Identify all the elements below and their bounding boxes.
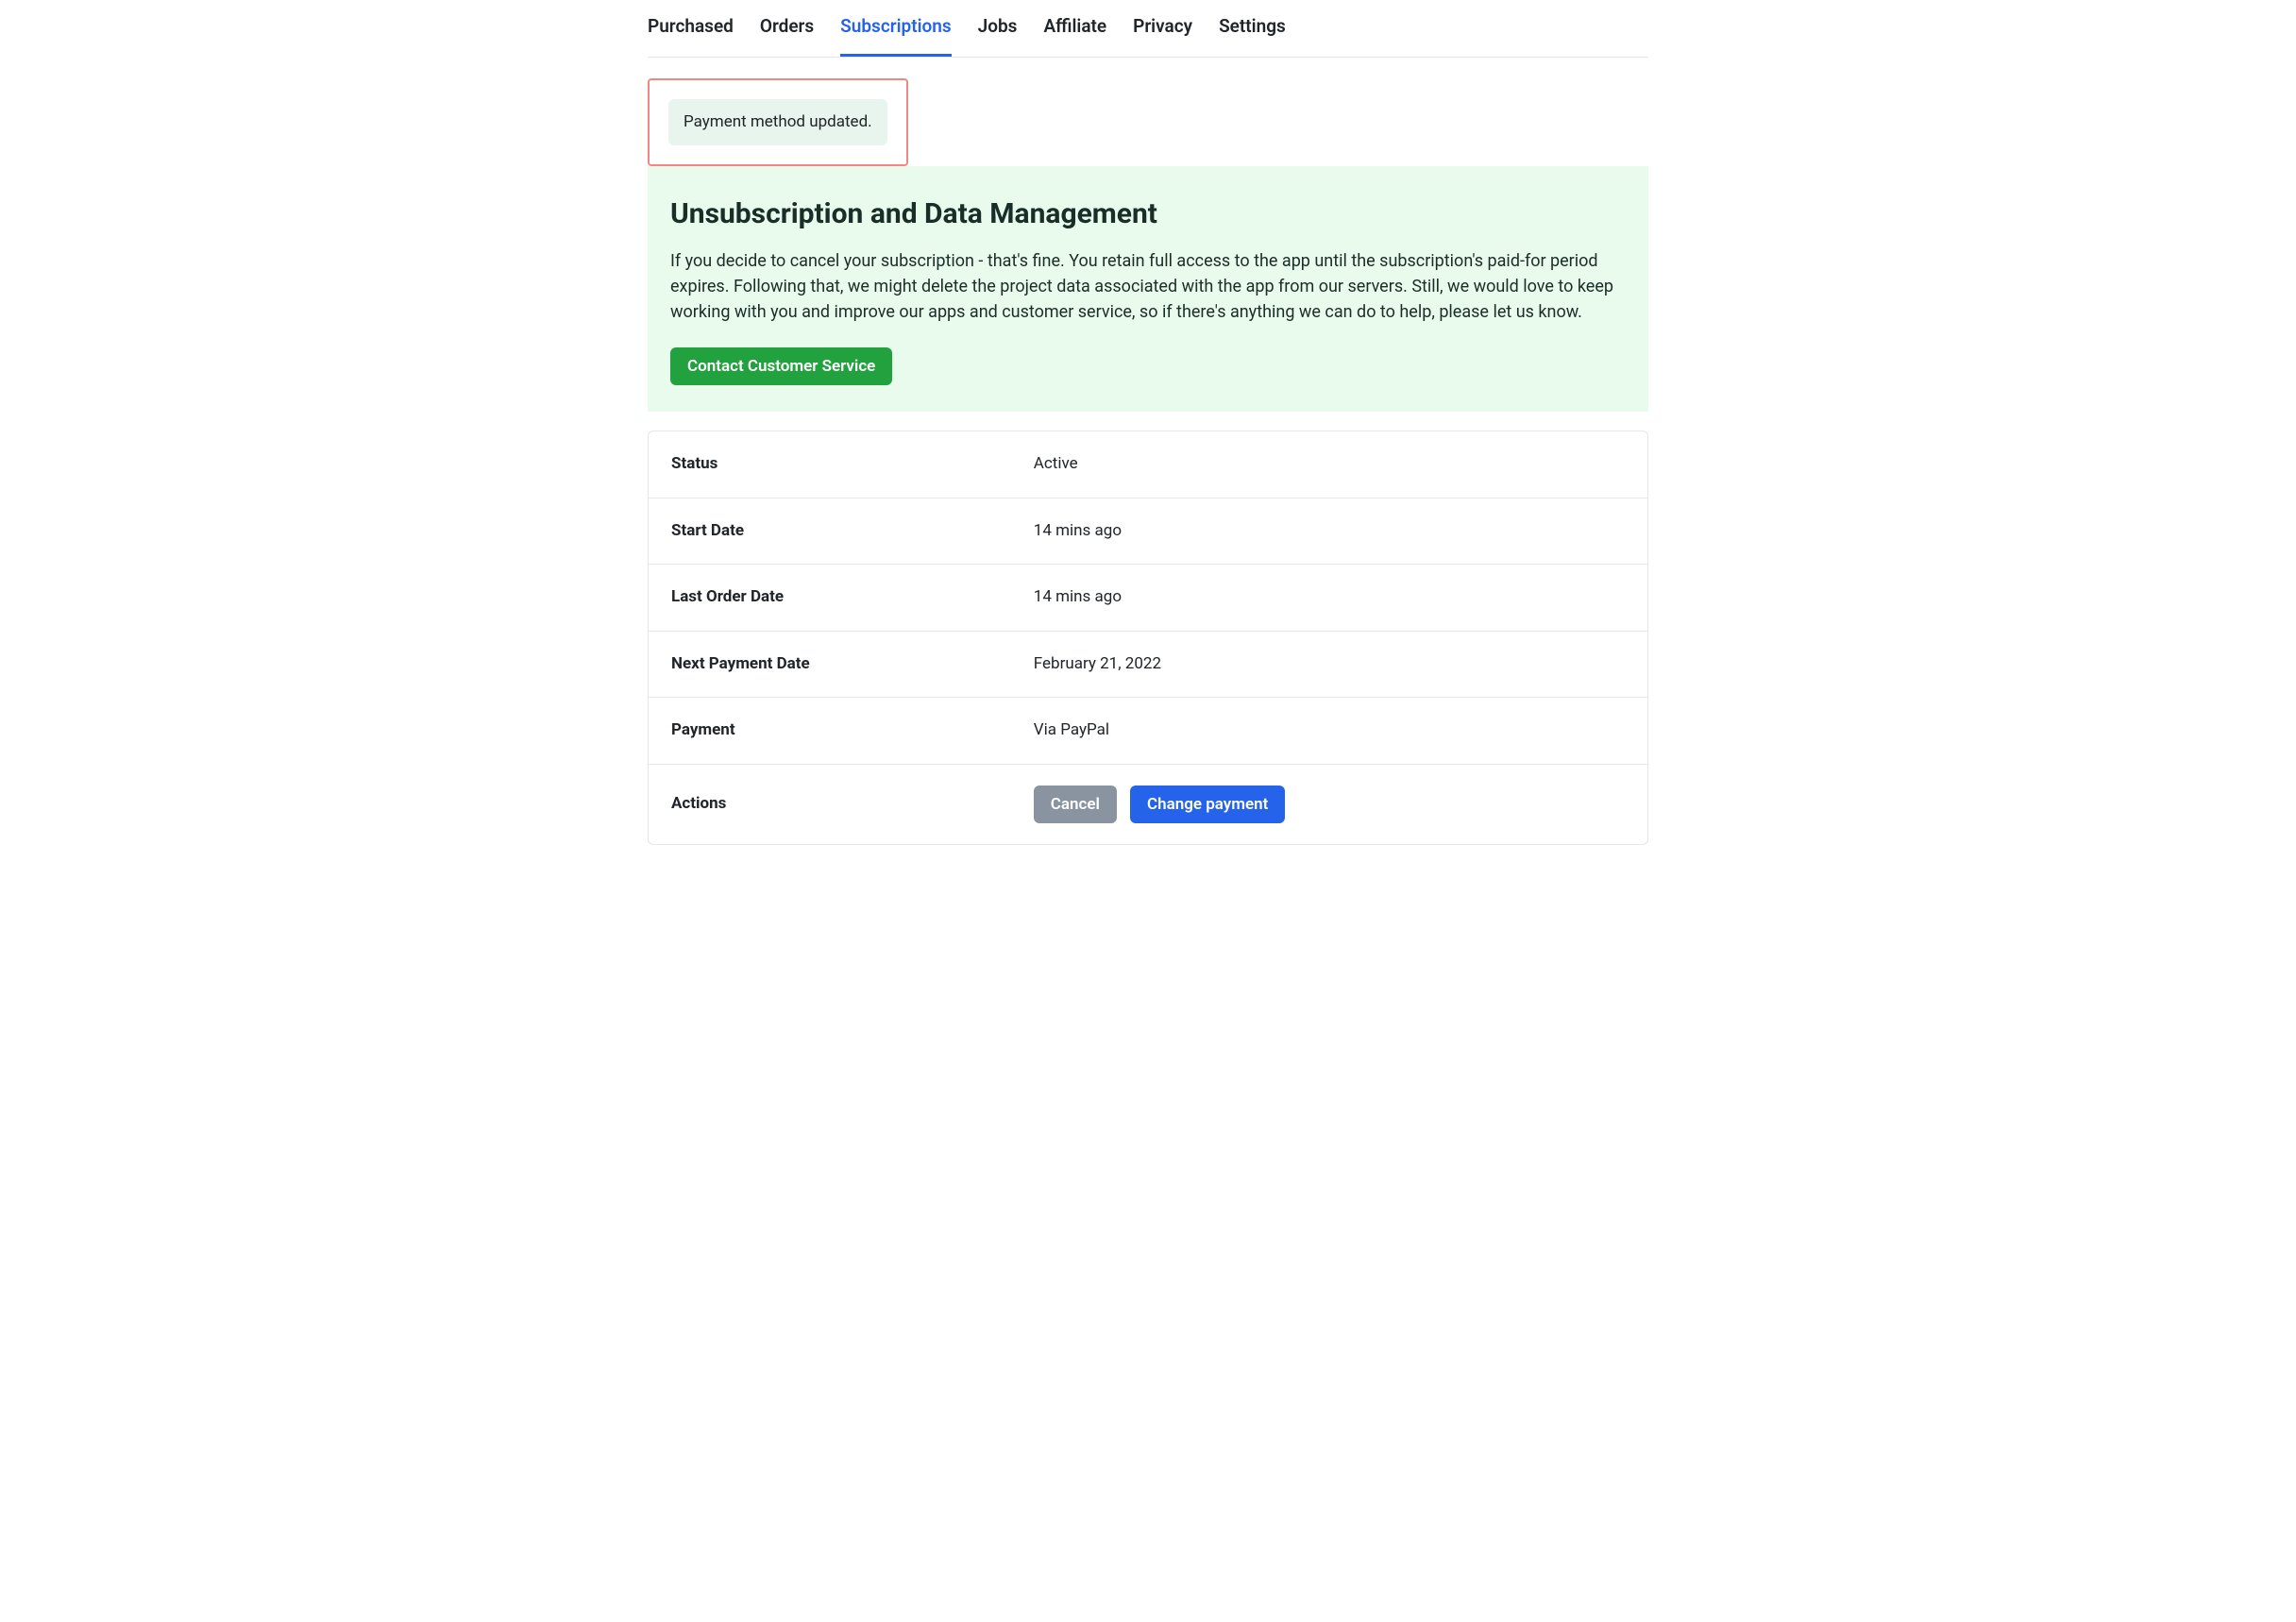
tab-privacy[interactable]: Privacy	[1133, 0, 1192, 57]
detail-row-last-order-date: Last Order Date 14 mins ago	[649, 565, 1647, 632]
tab-orders[interactable]: Orders	[760, 0, 814, 57]
subscription-details: Status Active Start Date 14 mins ago Las…	[648, 431, 1648, 845]
contact-customer-service-button[interactable]: Contact Customer Service	[670, 347, 892, 385]
alert-success: Payment method updated.	[668, 99, 887, 146]
detail-label-actions: Actions	[671, 792, 1034, 817]
tab-subscriptions[interactable]: Subscriptions	[840, 0, 951, 57]
detail-row-start-date: Start Date 14 mins ago	[649, 498, 1647, 566]
detail-value-last-order-date: 14 mins ago	[1034, 585, 1122, 610]
detail-row-actions: Actions Cancel Change payment	[649, 765, 1647, 844]
tabs-nav: Purchased Orders Subscriptions Jobs Affi…	[648, 0, 1648, 58]
detail-label-payment: Payment	[671, 718, 1034, 743]
alert-message: Payment method updated.	[684, 112, 872, 131]
detail-label-last-order-date: Last Order Date	[671, 585, 1034, 610]
detail-row-status: Status Active	[649, 431, 1647, 498]
alert-highlight-box: Payment method updated.	[648, 78, 908, 167]
tab-jobs[interactable]: Jobs	[978, 0, 1018, 57]
detail-row-payment: Payment Via PayPal	[649, 698, 1647, 765]
tab-settings[interactable]: Settings	[1219, 0, 1286, 57]
cancel-button[interactable]: Cancel	[1034, 786, 1117, 823]
tab-affiliate[interactable]: Affiliate	[1043, 0, 1106, 57]
detail-value-next-payment-date: February 21, 2022	[1034, 652, 1161, 677]
detail-value-status: Active	[1034, 452, 1078, 477]
detail-row-next-payment-date: Next Payment Date February 21, 2022	[649, 632, 1647, 699]
change-payment-button[interactable]: Change payment	[1130, 786, 1285, 823]
detail-label-status: Status	[671, 452, 1034, 477]
detail-label-next-payment-date: Next Payment Date	[671, 652, 1034, 677]
info-panel-body: If you decide to cancel your subscriptio…	[670, 248, 1626, 325]
detail-actions-cell: Cancel Change payment	[1034, 786, 1286, 823]
detail-value-payment: Via PayPal	[1034, 718, 1109, 743]
detail-label-start-date: Start Date	[671, 519, 1034, 544]
info-panel-heading: Unsubscription and Data Management	[670, 193, 1626, 235]
tab-purchased[interactable]: Purchased	[648, 0, 734, 57]
detail-value-start-date: 14 mins ago	[1034, 519, 1122, 544]
unsubscription-info-panel: Unsubscription and Data Management If yo…	[648, 166, 1648, 412]
